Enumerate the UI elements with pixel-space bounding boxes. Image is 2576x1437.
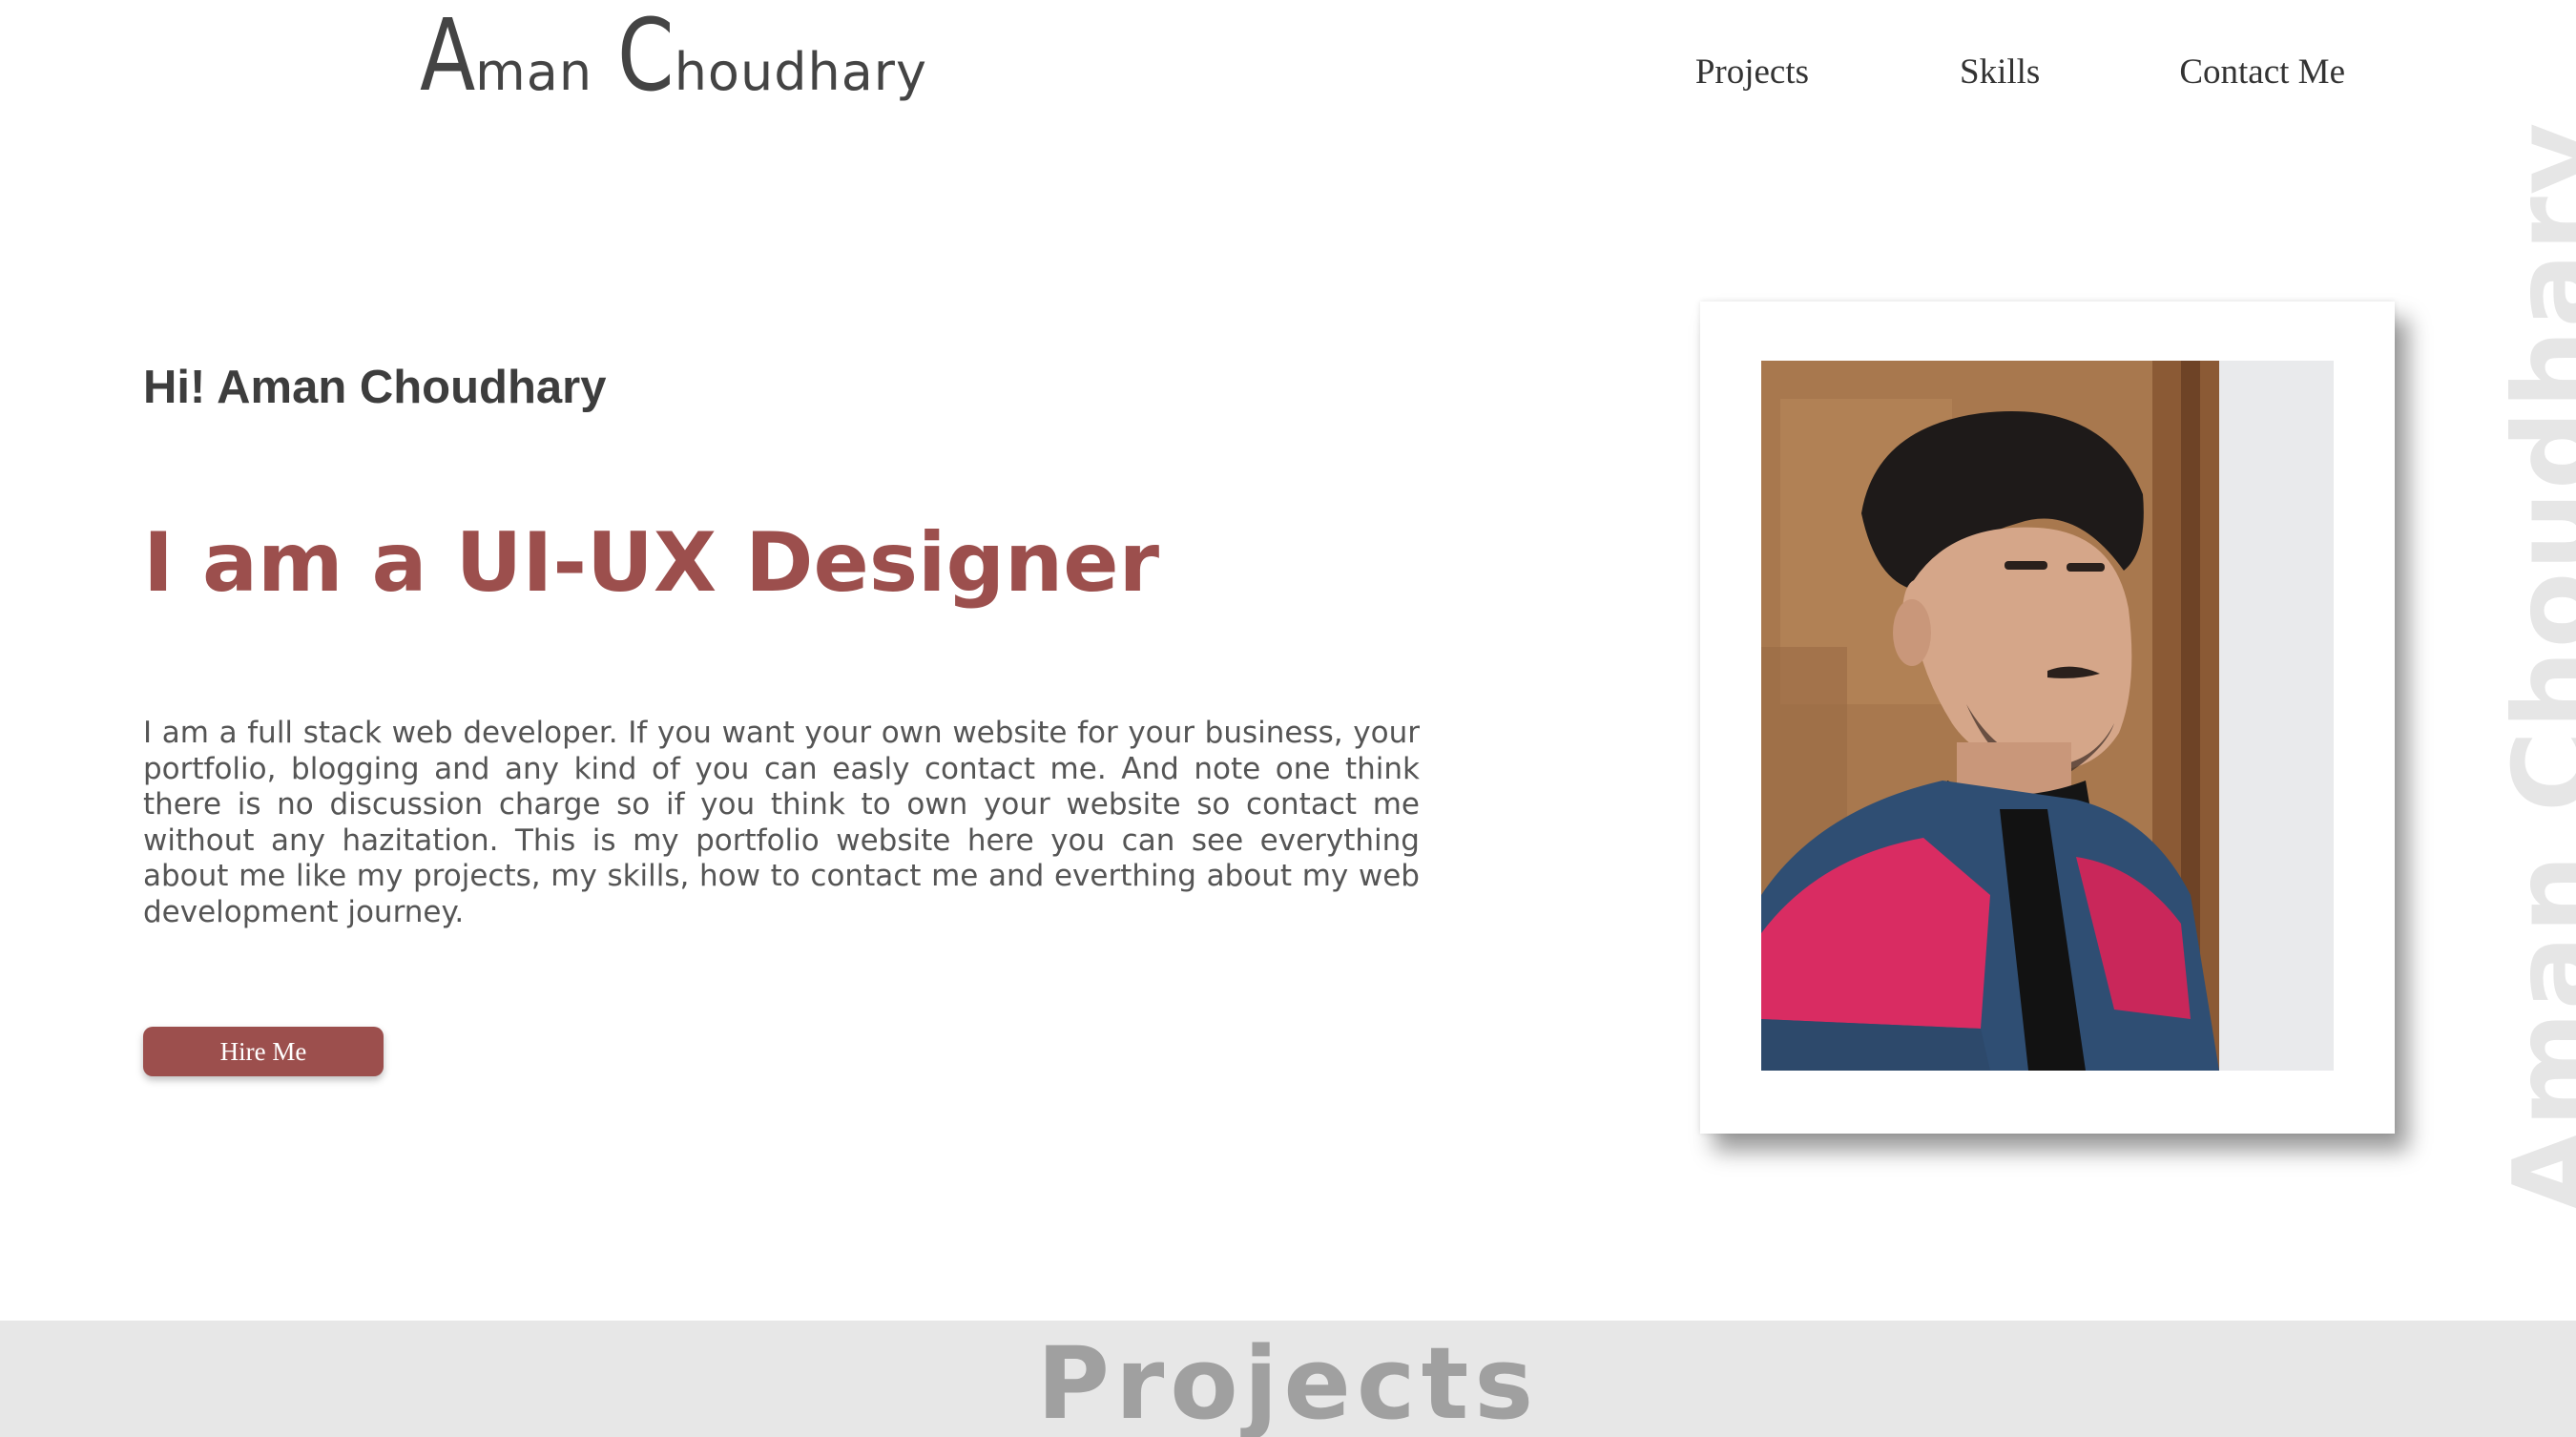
logo-first-name: man xyxy=(475,42,593,102)
hire-me-button[interactable]: Hire Me xyxy=(143,1027,384,1076)
nav-link-contact-me[interactable]: Contact Me xyxy=(2179,52,2345,93)
projects-section-title: Projects xyxy=(1036,1325,1540,1437)
nav-link-projects[interactable]: Projects xyxy=(1695,52,1809,93)
site-logo[interactable]: A man C houdhary xyxy=(420,6,927,111)
main-nav: Projects Skills Contact Me xyxy=(1695,52,2345,93)
nav-link-skills[interactable]: Skills xyxy=(1960,52,2040,93)
logo-last-name: houdhary xyxy=(674,42,927,102)
projects-section: Projects xyxy=(0,1321,2576,1437)
profile-photo-frame xyxy=(1700,302,2395,1134)
logo-initial-a: A xyxy=(420,0,477,114)
hero-headline: I am a UI-UX Designer xyxy=(143,515,1160,611)
logo-initial-c: C xyxy=(617,0,675,114)
profile-photo xyxy=(1761,361,2334,1071)
hero-bio: I am a full stack web developer. If you … xyxy=(143,716,1420,929)
hero-greeting: Hi! Aman Choudhary xyxy=(143,362,607,413)
vertical-name-watermark: Aman Choudhary xyxy=(2490,120,2576,1215)
